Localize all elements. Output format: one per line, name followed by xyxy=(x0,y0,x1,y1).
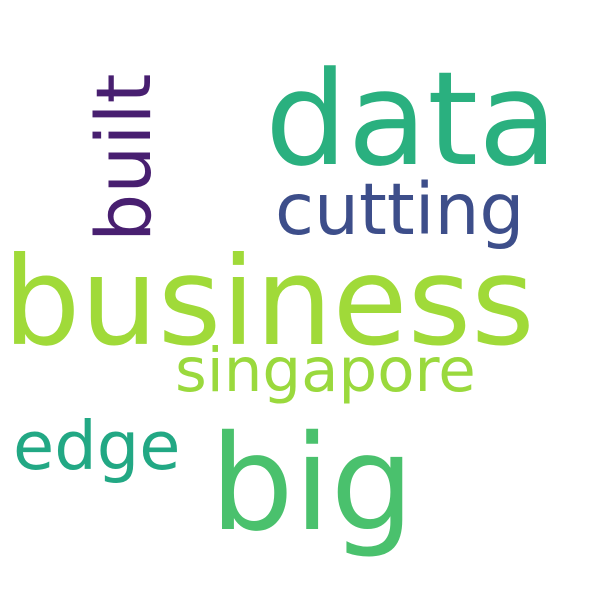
word-big: big xyxy=(210,407,415,561)
word-edge: edge xyxy=(13,407,181,485)
word-built: built xyxy=(79,73,168,242)
word-data: data xyxy=(265,43,558,195)
word-singapore: singapore xyxy=(175,335,476,406)
word-cloud: data cutting built business singapore ed… xyxy=(0,0,600,600)
